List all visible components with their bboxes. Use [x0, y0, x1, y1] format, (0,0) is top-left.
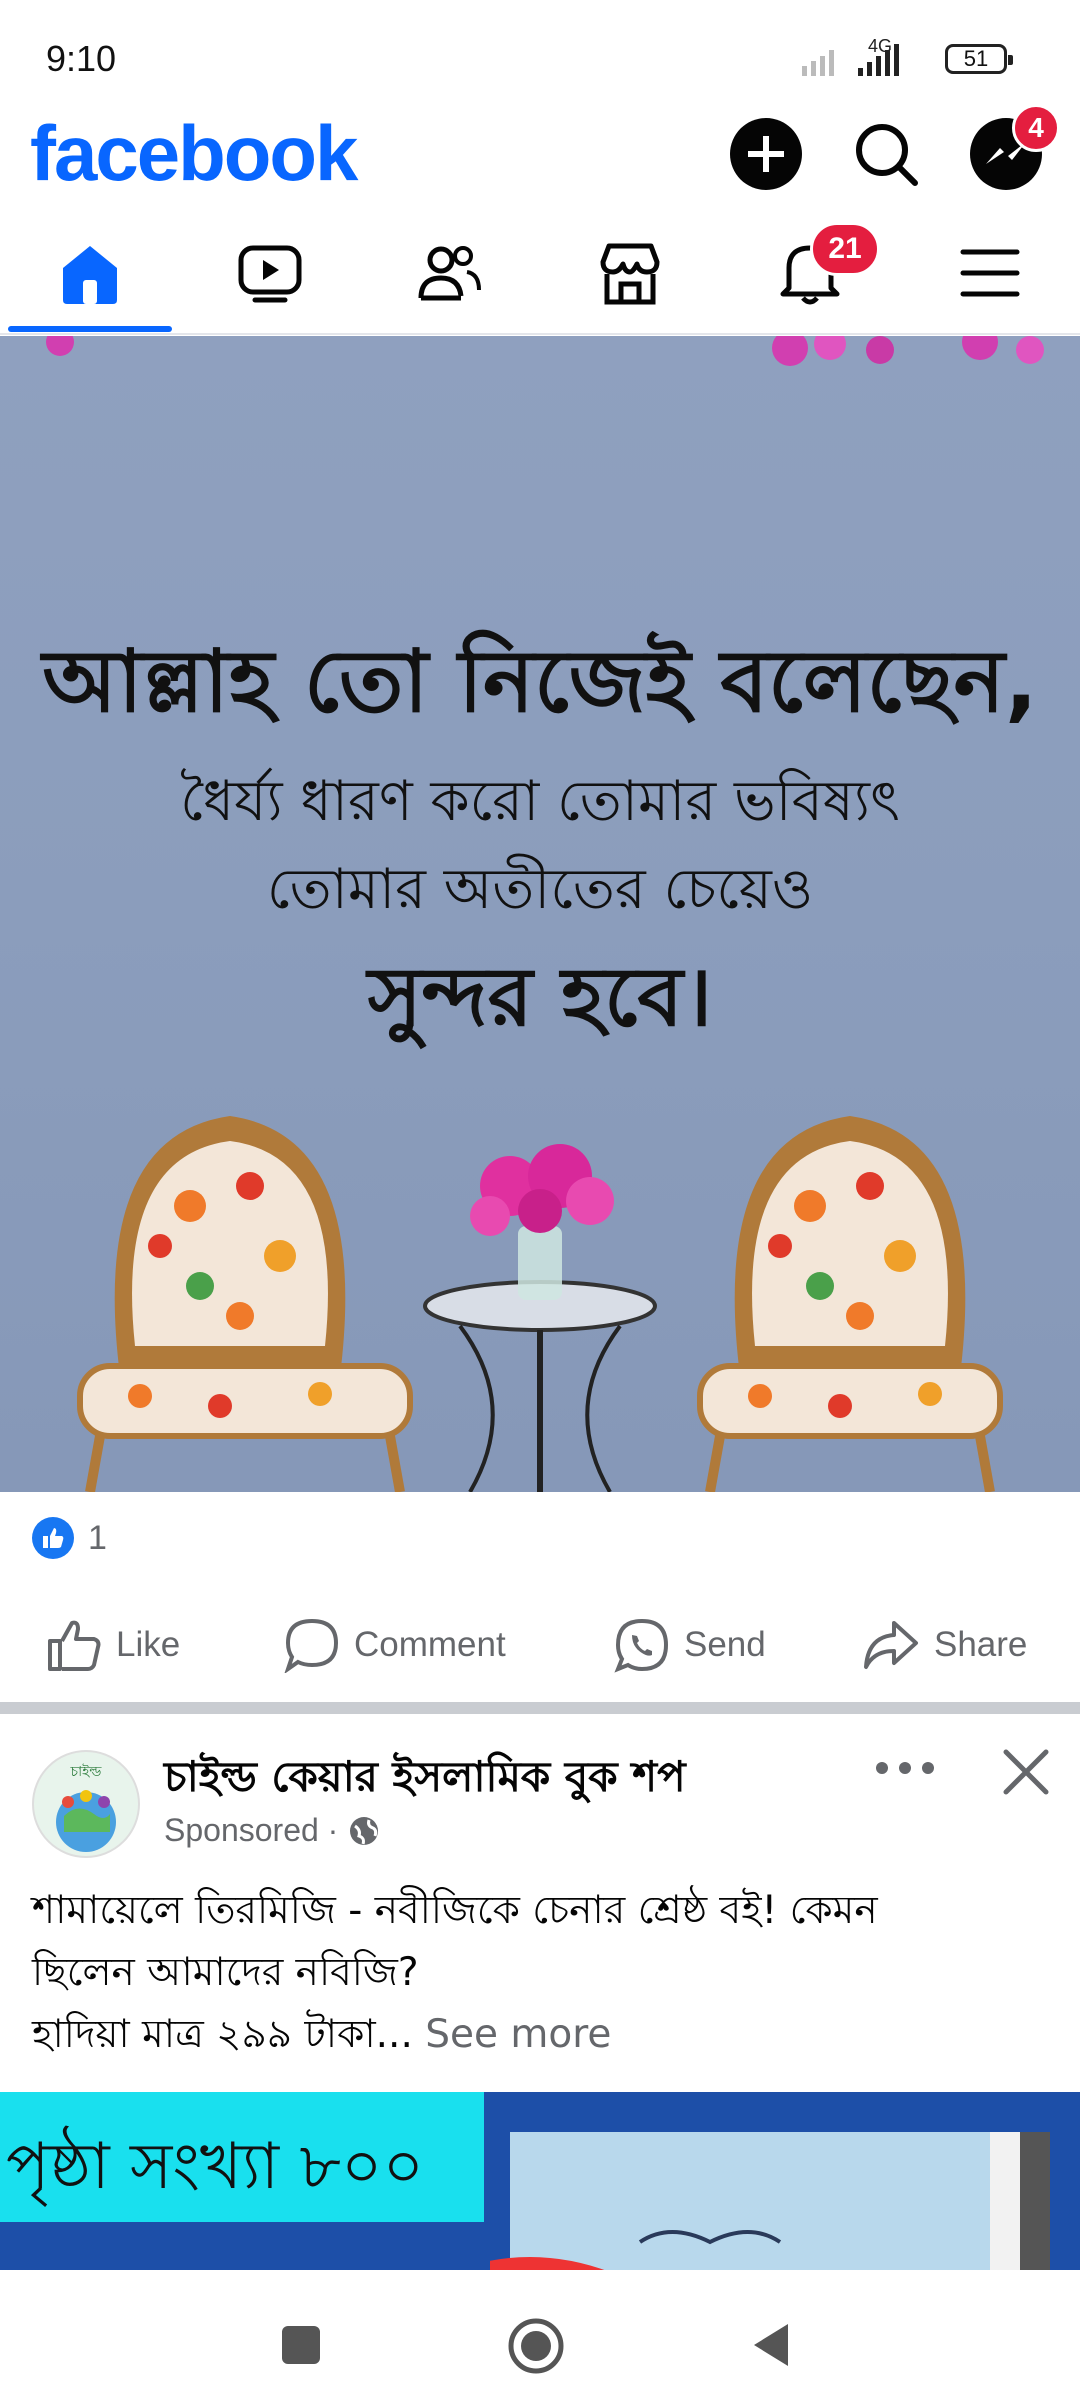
comment-icon — [284, 1618, 339, 1673]
like-reaction-icon — [32, 1517, 74, 1559]
friends-icon — [418, 246, 481, 301]
book-cover-illustration — [490, 2132, 1050, 2272]
close-icon — [1003, 1749, 1049, 1795]
tab-friends[interactable] — [405, 228, 495, 318]
network-type: 4G — [868, 36, 893, 56]
search-button[interactable] — [850, 118, 922, 190]
messenger-badge: 4 — [1012, 104, 1060, 152]
facebook-logo[interactable]: facebook — [30, 108, 358, 199]
notifications-badge: 21 — [810, 222, 880, 276]
hamburger-menu-icon — [960, 249, 1020, 297]
sponsored-row: Sponsored · — [164, 1812, 381, 1849]
avatar-text: চাইল্ড — [70, 1764, 102, 1780]
video-icon — [238, 245, 302, 303]
whatsapp-icon — [614, 1618, 669, 1673]
comment-label: Comment — [354, 1625, 506, 1664]
tab-separator — [0, 333, 1080, 335]
image-quote-line-1: আল্লাহ তো নিজেই বলেছেন, — [42, 632, 1038, 732]
signal-icon — [802, 44, 899, 76]
active-tab-indicator — [8, 326, 172, 332]
post-image[interactable]: আল্লাহ তো নিজেই বলেছেন, ধৈর্য্য ধারণ করো… — [0, 336, 1080, 1492]
ad-price-text: হাদিয়া মাত্র ২৯৯ টাকা... — [32, 2012, 413, 2057]
tab-menu[interactable] — [945, 228, 1035, 318]
ad-text-line-3: হাদিয়া মাত্র ২৯৯ টাকা... See more — [32, 2004, 1052, 2066]
battery-icon: 51 — [945, 44, 1013, 74]
sponsored-separator: · — [318, 1812, 348, 1848]
image-quote-line-2: ধৈর্য্য ধারণ করো তোমার ভবিষ্যৎ — [180, 769, 900, 834]
share-label: Share — [934, 1625, 1028, 1664]
chairs-and-table-illustration — [77, 1116, 1003, 1492]
more-horizontal-icon — [876, 1762, 934, 1774]
ad-banner-text: পৃষ্ঠা সংখ্যা ৮০০ — [6, 2130, 425, 2204]
send-label: Send — [684, 1625, 766, 1664]
sponsored-label: Sponsored — [164, 1812, 319, 1848]
page-avatar[interactable]: চাইল্ড — [32, 1750, 140, 1858]
tab-home[interactable] — [45, 228, 135, 318]
status-bar: 9:10 4G 51 — [0, 0, 1080, 110]
recent-apps-button[interactable] — [278, 2322, 324, 2368]
image-quote-line-3: তোমার অতীতের চেয়েও — [266, 857, 814, 922]
thumbs-up-icon — [48, 1620, 101, 1671]
ad-image[interactable]: পৃষ্ঠা সংখ্যা ৮০০ — [0, 2092, 1080, 2272]
ad-text: শামায়েলে তিরমিজি - নবীজিকে চেনার শ্রেষ্… — [32, 1880, 1052, 2066]
marketplace-icon — [600, 243, 660, 305]
create-button[interactable] — [730, 118, 802, 190]
comment-button[interactable]: Comment — [284, 1610, 506, 1680]
flowers-top-decoration — [46, 336, 1044, 366]
ad-page-name[interactable]: চাইল্ড কেয়ার ইসলামিক বুক শপ — [164, 1744, 686, 1815]
reaction-count: 1 — [88, 1518, 107, 1557]
feed-divider — [0, 1702, 1080, 1714]
ad-image-banner: পৃষ্ঠা সংখ্যা ৮০০ — [0, 2092, 484, 2222]
like-button[interactable]: Like — [46, 1610, 180, 1680]
share-button[interactable]: Share — [862, 1610, 1027, 1680]
status-time: 9:10 — [46, 38, 117, 79]
share-arrow-icon — [864, 1621, 918, 1669]
more-options-button[interactable] — [872, 1746, 938, 1790]
globe-icon — [350, 1816, 379, 1845]
ad-text-line-1: শামায়েলে তিরমিজি - নবীজিকে চেনার শ্রেষ্… — [32, 1888, 878, 1933]
ad-text-line-2: ছিলেন আমাদের নবিজি? — [32, 1950, 419, 1995]
see-more-link[interactable]: See more — [413, 2012, 611, 2057]
back-nav-button[interactable] — [748, 2320, 794, 2370]
reaction-summary[interactable]: 1 — [32, 1516, 107, 1560]
like-label: Like — [116, 1625, 181, 1664]
tab-marketplace[interactable] — [585, 228, 675, 318]
hide-ad-button[interactable] — [998, 1744, 1054, 1800]
search-icon — [856, 124, 918, 186]
image-quote-line-4: সুন্দর হবে। — [367, 950, 713, 1045]
tab-video[interactable] — [225, 228, 315, 318]
send-button[interactable]: Send — [614, 1610, 766, 1680]
home-icon — [63, 246, 117, 304]
plus-icon — [748, 136, 784, 172]
android-nav-bar — [0, 2270, 1080, 2400]
home-nav-button[interactable] — [506, 2316, 566, 2376]
